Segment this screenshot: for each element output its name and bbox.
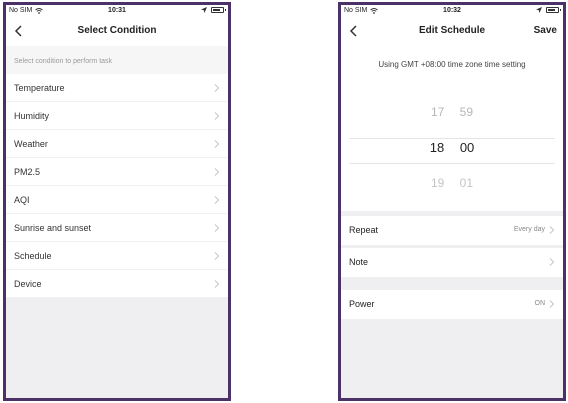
- nav-bar: Edit Schedule Save: [341, 16, 563, 46]
- condition-item-aqi[interactable]: AQI: [6, 186, 228, 214]
- power-value: ON: [534, 300, 546, 307]
- repeat-value: Every day: [513, 226, 545, 233]
- repeat-row[interactable]: Repeat Every day: [341, 216, 563, 245]
- chevron-right-icon: [214, 252, 220, 260]
- select-condition-screen: No SIM 10:31 Select Condition Select con…: [3, 2, 231, 401]
- picker-divider: [349, 163, 555, 164]
- picker-hour: 18: [429, 140, 445, 155]
- condition-item-device[interactable]: Device: [6, 270, 228, 298]
- chevron-right-icon: [214, 224, 220, 232]
- condition-item-humidity[interactable]: Humidity: [6, 102, 228, 130]
- chevron-right-icon: [214, 168, 220, 176]
- power-row[interactable]: Power ON: [341, 290, 563, 319]
- status-bar: No SIM 10:32: [341, 5, 563, 16]
- condition-label: Temperature: [14, 83, 65, 93]
- condition-item-pm25[interactable]: PM2.5: [6, 158, 228, 186]
- picker-row-prev[interactable]: 17 59: [341, 105, 563, 119]
- power-label: Power: [349, 299, 375, 309]
- chevron-right-icon: [549, 300, 555, 308]
- chevron-right-icon: [214, 112, 220, 120]
- chevron-right-icon: [214, 84, 220, 92]
- status-time: 10:32: [443, 7, 461, 14]
- condition-label: Schedule: [14, 251, 52, 261]
- condition-label: AQI: [14, 195, 30, 205]
- time-picker[interactable]: 17 59 18 00 19 01: [341, 86, 563, 211]
- picker-row-selected[interactable]: 18 00: [341, 140, 563, 155]
- save-button[interactable]: Save: [534, 25, 557, 36]
- chevron-right-icon: [549, 226, 555, 234]
- condition-item-sunrise-sunset[interactable]: Sunrise and sunset: [6, 214, 228, 242]
- picker-hour: 19: [430, 176, 445, 190]
- picker-divider: [349, 138, 555, 139]
- timezone-note: Using GMT +08:00 time zone time setting: [341, 46, 563, 86]
- note-label: Note: [349, 257, 369, 267]
- chevron-right-icon: [214, 140, 220, 148]
- condition-label: Device: [14, 279, 42, 289]
- location-arrow-icon: [536, 7, 542, 13]
- condition-label: Humidity: [14, 111, 50, 121]
- picker-minute: 01: [459, 176, 474, 190]
- condition-list: Temperature Humidity Weather PM2.5 AQI S…: [6, 74, 228, 298]
- battery-icon: [211, 7, 226, 13]
- nav-bar: Select Condition: [6, 16, 228, 46]
- picker-row-next[interactable]: 19 01: [341, 176, 563, 190]
- note-row[interactable]: Note: [341, 248, 563, 277]
- condition-label: Weather: [14, 139, 48, 149]
- picker-minute: 59: [459, 105, 474, 119]
- page-title: Edit Schedule: [418, 25, 486, 36]
- chevron-right-icon: [549, 258, 555, 266]
- edit-schedule-screen: No SIM 10:32 Edit Schedule Save Using GM…: [338, 2, 566, 401]
- condition-hint: Select condition to perform task: [6, 46, 228, 74]
- condition-label: Sunrise and sunset: [14, 223, 92, 233]
- status-time: 10:31: [108, 7, 126, 14]
- condition-item-temperature[interactable]: Temperature: [6, 74, 228, 102]
- status-bar: No SIM 10:31: [6, 5, 228, 16]
- condition-label: PM2.5: [14, 167, 41, 177]
- page-title: Select Condition: [77, 25, 157, 36]
- condition-item-weather[interactable]: Weather: [6, 130, 228, 158]
- picker-hour: 17: [430, 105, 445, 119]
- repeat-label: Repeat: [349, 225, 379, 235]
- chevron-right-icon: [214, 196, 220, 204]
- location-arrow-icon: [201, 7, 207, 13]
- condition-item-schedule[interactable]: Schedule: [6, 242, 228, 270]
- battery-icon: [546, 7, 561, 13]
- chevron-right-icon: [214, 280, 220, 288]
- picker-minute: 00: [459, 140, 475, 155]
